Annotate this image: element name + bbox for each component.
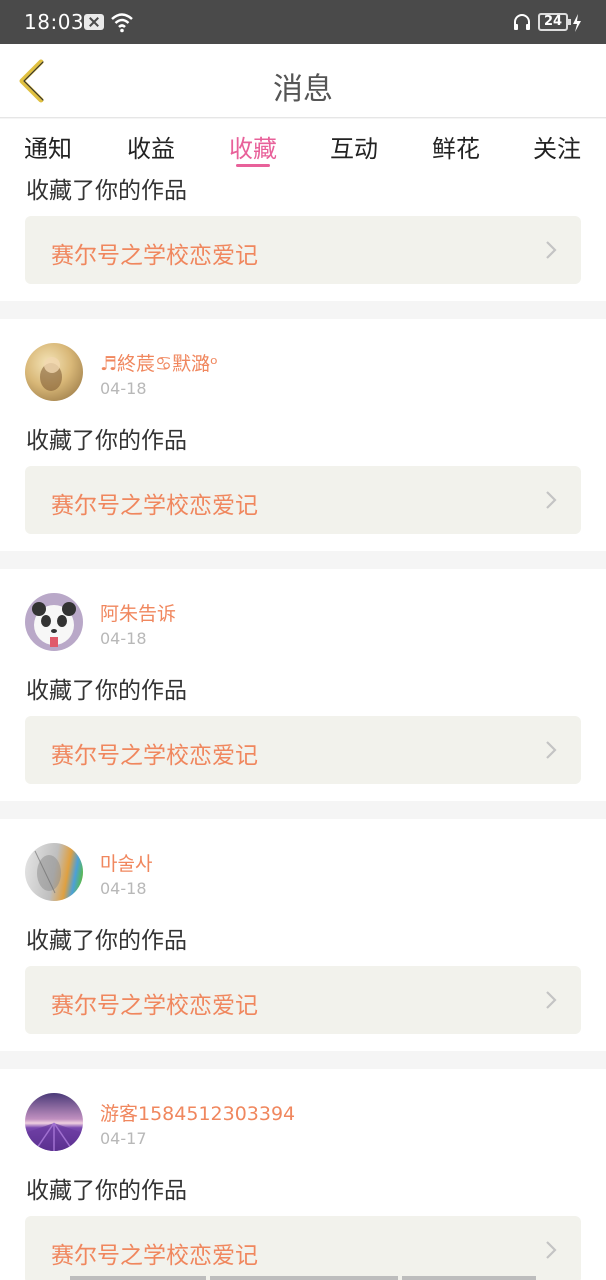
tab-interactions[interactable]: 互动 <box>330 129 378 169</box>
date: 04-17 <box>100 1129 147 1148</box>
app-header: 消息 <box>0 44 606 118</box>
chevron-right-icon <box>546 741 557 759</box>
username[interactable]: 마술사 <box>100 849 152 876</box>
list-item: 阿朱告诉 04-18 收藏了你的作品 赛尔号之学校恋爱记 <box>0 569 606 801</box>
action-text: 收藏了你的作品 <box>26 1178 187 1204</box>
work-title: 赛尔号之学校恋爱记 <box>51 243 258 269</box>
tab-earnings[interactable]: 收益 <box>127 129 175 169</box>
work-link[interactable]: 赛尔号之学校恋爱记 <box>25 1216 581 1280</box>
list-item: 收藏了你的作品 赛尔号之学校恋爱记 <box>0 173 606 301</box>
date: 04-18 <box>100 629 147 648</box>
notification-icon <box>84 14 104 30</box>
list-item: 游客1584512303394 04-17 收藏了你的作品 赛尔号之学校恋爱记 <box>0 1069 606 1280</box>
action-text: 收藏了你的作品 <box>26 678 187 704</box>
avatar[interactable] <box>25 1093 83 1151</box>
chevron-right-icon <box>546 241 557 259</box>
work-title: 赛尔号之学校恋爱记 <box>51 993 258 1019</box>
avatar[interactable] <box>25 843 83 901</box>
work-title: 赛尔号之学校恋爱记 <box>51 1243 258 1269</box>
date: 04-18 <box>100 879 147 898</box>
username[interactable]: ♬終莀♋默潞ᵒ <box>100 349 218 376</box>
username[interactable]: 阿朱告诉 <box>100 599 176 626</box>
tab-bar: 通知 收益 收藏 互动 鲜花 关注 <box>0 119 606 173</box>
tab-notifications[interactable]: 通知 <box>24 129 72 169</box>
list-item: ♬終莀♋默潞ᵒ 04-18 收藏了你的作品 赛尔号之学校恋爱记 <box>0 319 606 551</box>
avatar[interactable] <box>25 593 83 651</box>
page-title: 消息 <box>273 72 333 107</box>
date: 04-18 <box>100 379 147 398</box>
scroll-indicator <box>70 1276 536 1280</box>
chevron-right-icon <box>546 491 557 509</box>
wifi-icon <box>111 13 133 33</box>
work-title: 赛尔号之学校恋爱记 <box>51 743 258 769</box>
list-item: 마술사 04-18 收藏了你的作品 赛尔号之学校恋爱记 <box>0 819 606 1051</box>
chevron-right-icon <box>546 991 557 1009</box>
active-tab-indicator <box>236 164 270 167</box>
tab-following[interactable]: 关注 <box>533 129 581 169</box>
status-time: 18:03 <box>24 10 85 34</box>
status-bar: 18:03 24 <box>0 0 606 44</box>
work-link[interactable]: 赛尔号之学校恋爱记 <box>25 966 581 1034</box>
tab-favorites[interactable]: 收藏 <box>229 129 277 169</box>
action-text: 收藏了你的作品 <box>26 178 187 204</box>
battery-indicator: 24 <box>538 13 571 31</box>
avatar[interactable] <box>25 343 83 401</box>
work-link[interactable]: 赛尔号之学校恋爱记 <box>25 716 581 784</box>
work-title: 赛尔号之学校恋爱记 <box>51 493 258 519</box>
action-text: 收藏了你的作品 <box>26 428 187 454</box>
chevron-right-icon <box>546 1241 557 1259</box>
work-link[interactable]: 赛尔号之学校恋爱记 <box>25 216 581 284</box>
work-link[interactable]: 赛尔号之学校恋爱记 <box>25 466 581 534</box>
favorites-feed[interactable]: 收藏了你的作品 赛尔号之学校恋爱记 ♬終莀♋默潞ᵒ 04-18 收藏了你的作品 … <box>0 173 606 1280</box>
tab-flowers[interactable]: 鲜花 <box>432 129 480 169</box>
headphones-icon <box>514 14 530 30</box>
username[interactable]: 游客1584512303394 <box>100 1099 295 1126</box>
action-text: 收藏了你的作品 <box>26 928 187 954</box>
charging-icon <box>573 14 581 32</box>
